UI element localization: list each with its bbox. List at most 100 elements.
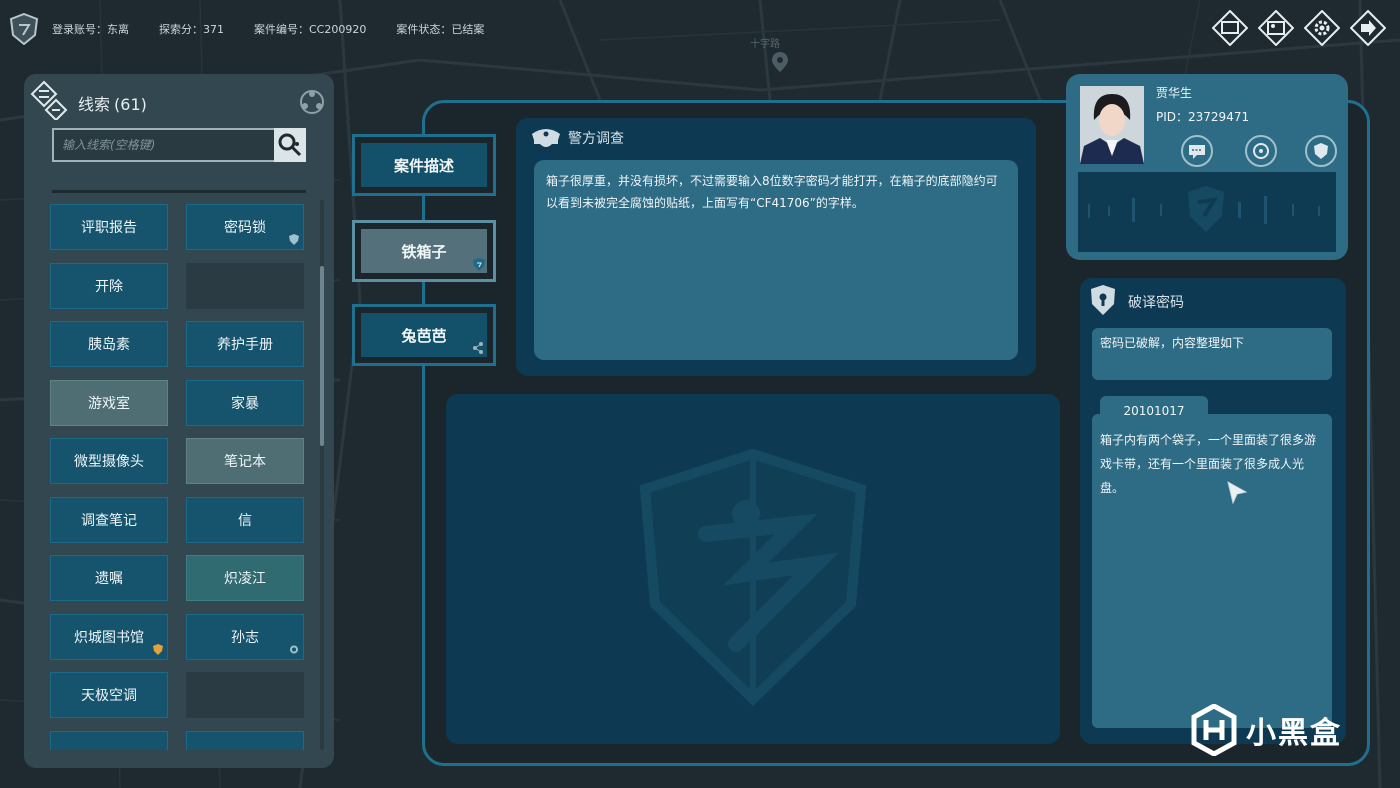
- relation-icon: [1245, 135, 1277, 167]
- gear-icon: [1304, 10, 1340, 46]
- clue-item[interactable]: 遗嘱: [50, 555, 168, 601]
- clue-item[interactable]: 炽城图书馆: [50, 614, 168, 660]
- clue-item[interactable]: 胰岛素: [50, 321, 168, 367]
- cursor-icon: [1227, 481, 1248, 505]
- tab-label: 铁箱子: [361, 229, 487, 273]
- badge-button[interactable]: [1304, 134, 1338, 168]
- relation-button[interactable]: [1244, 134, 1278, 168]
- police-cap-icon: [532, 129, 560, 147]
- profile-pid: PID：23729471: [1156, 110, 1250, 124]
- window-button[interactable]: [1212, 10, 1248, 46]
- lock-key-icon: [1091, 285, 1115, 315]
- clue-image-panel: [446, 394, 1060, 744]
- clue-title-text: 线索: [78, 95, 111, 114]
- police-emblem-watermark-icon: [639, 448, 867, 706]
- case-id-label: 案件编号：CC200920: [254, 23, 367, 36]
- clue-item-label: 炽城图书馆: [74, 630, 144, 646]
- window-icon: [1212, 10, 1248, 46]
- watermark-text: 小黑盒: [1246, 716, 1342, 751]
- clue-item-label: 开除: [95, 279, 123, 295]
- settings-button[interactable]: [1304, 10, 1340, 46]
- clue-scroll-thumb[interactable]: [320, 266, 324, 446]
- clue-item[interactable]: 微型摄像头: [50, 438, 168, 484]
- decode-code-tag: 20101017: [1100, 396, 1208, 426]
- badge-icon: [1305, 135, 1337, 167]
- decode-status: 密码已破解，内容整理如下: [1092, 328, 1332, 380]
- clue-item[interactable]: 游戏室: [50, 380, 168, 426]
- clue-item-label: 微型摄像头: [74, 454, 144, 470]
- clue-item[interactable]: 调查笔记: [50, 497, 168, 543]
- top-toolbar: [1212, 10, 1386, 46]
- clue-slot-empty: [186, 263, 304, 309]
- avatar: [1080, 86, 1144, 164]
- clue-item-label: 评职报告: [81, 220, 137, 236]
- dot-icon: [290, 645, 298, 654]
- tab-label: 兔芭芭: [361, 313, 487, 357]
- image-icon: [1258, 10, 1294, 46]
- image-button[interactable]: [1258, 10, 1294, 46]
- profile-card: 贾华生 PID：23729471: [1066, 74, 1348, 260]
- clue-search-input[interactable]: [52, 128, 274, 162]
- clue-item[interactable]: 孙志: [186, 614, 304, 660]
- clue-item[interactable]: 炽凌江: [186, 555, 304, 601]
- clue-item-label: 家暴: [231, 396, 259, 412]
- decode-title: 破译密码: [1128, 295, 1184, 311]
- clue-grid: 评职报告 密码锁开除胰岛素 养护手册游戏室 家暴微型摄像头 笔记本调查笔记 信遗嘱 炽凌江炽…: [50, 204, 306, 750]
- clue-title: 线索 (61): [78, 91, 147, 115]
- status-bar: 登录账号：东离 探索分：371 案件编号：CC200920 案件状态：已结案: [8, 12, 528, 46]
- clue-item-label: 笔记本: [224, 454, 266, 470]
- clue-count: (61): [114, 95, 147, 114]
- case-status-label: 案件状态：已结案: [396, 23, 485, 36]
- link-icon: [473, 342, 483, 354]
- gold-badge-icon: [153, 644, 163, 655]
- clue-item-label: 孙志: [231, 630, 259, 646]
- profile-signal-area: [1078, 172, 1336, 252]
- watermark: 小黑盒: [1190, 704, 1342, 756]
- clue-item-label: 天极空调: [81, 688, 137, 704]
- clue-item[interactable]: 养护手册: [186, 321, 304, 367]
- clue-item-label: 养护手册: [217, 337, 273, 353]
- clue-item[interactable]: [50, 731, 168, 750]
- clue-scrollbar[interactable]: [320, 200, 324, 750]
- clue-item-label: 游戏室: [88, 396, 130, 412]
- clue-item-label: 密码锁: [224, 220, 266, 236]
- clue-search-button[interactable]: [274, 128, 306, 162]
- clue-slot-empty: [186, 672, 304, 718]
- score-label: 探索分：371: [159, 23, 224, 36]
- clue-item[interactable]: 天极空调: [50, 672, 168, 718]
- clue-search: [52, 128, 306, 162]
- account-label: 登录账号：东离: [52, 23, 129, 36]
- clue-item-label: 调查笔记: [81, 513, 137, 529]
- tab-label: 案件描述: [361, 143, 487, 187]
- map-street-label: 十字路: [750, 39, 780, 50]
- map-pin-icon: [772, 52, 788, 72]
- exit-button[interactable]: [1350, 10, 1386, 46]
- clue-item[interactable]: 评职报告: [50, 204, 168, 250]
- heybox-logo-icon: [1191, 704, 1237, 756]
- clue-item[interactable]: 信: [186, 497, 304, 543]
- clue-item-label: 炽凌江: [224, 571, 266, 587]
- clue-item-label: 信: [238, 513, 252, 529]
- network-icon[interactable]: [298, 88, 326, 116]
- exit-icon: [1350, 10, 1386, 46]
- clue-header: 线索 (61): [24, 74, 334, 130]
- clue-item[interactable]: 笔记本: [186, 438, 304, 484]
- chat-icon: [1181, 135, 1213, 167]
- clue-item[interactable]: 开除: [50, 263, 168, 309]
- clue-item[interactable]: 密码锁: [186, 204, 304, 250]
- clue-logo-icon: [30, 80, 68, 120]
- clue-item[interactable]: 家暴: [186, 380, 304, 426]
- description-title: 警方调查: [568, 131, 624, 147]
- clue-panel: 线索(61) 评职报告 密码锁开除胰岛素 养护手册游戏室 家暴微型摄像头 笔记本调查笔记…: [24, 74, 334, 768]
- decode-content: 箱子内有两个袋子，一个里面装了很多游戏卡带，还有一个里面装了很多成人光盘。: [1092, 414, 1332, 728]
- chat-button[interactable]: [1180, 134, 1214, 168]
- tab-iron-box[interactable]: 铁箱子: [352, 220, 496, 282]
- tab-tubaba[interactable]: 兔芭芭: [352, 304, 496, 366]
- clue-item[interactable]: [186, 731, 304, 750]
- profile-name: 贾华生: [1156, 86, 1193, 100]
- clue-item-label: 遗嘱: [95, 571, 123, 587]
- search-icon: [278, 133, 302, 157]
- decode-panel: 破译密码 密码已破解，内容整理如下 20101017 箱子内有两个袋子，一个里面…: [1080, 278, 1346, 744]
- tab-case-description[interactable]: 案件描述: [352, 134, 496, 196]
- description-text: 箱子很厚重，并没有损坏，不过需要输入8位数字密码才能打开，在箱子的底部隐约可以看…: [534, 160, 1018, 360]
